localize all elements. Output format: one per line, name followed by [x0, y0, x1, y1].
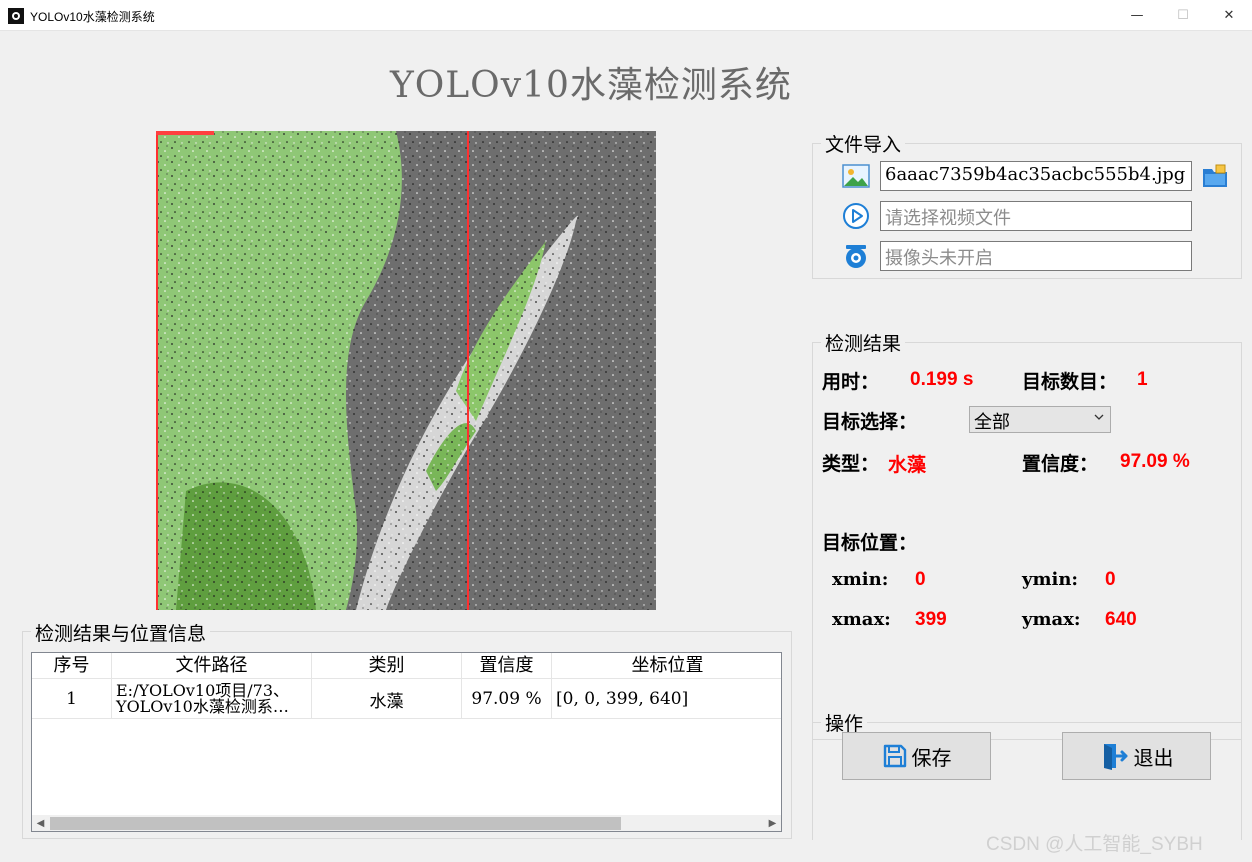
video-play-icon[interactable]	[842, 202, 870, 230]
ymin-value: 0	[1105, 569, 1116, 590]
table-row[interactable]: 1 E:/YOLOv10项目/73、 YOLOv10水藻检测系… 水藻 97.0…	[32, 679, 781, 719]
image-path-field[interactable]: 6aaac7359b4ac35acbc555b4.jpg	[880, 161, 1192, 191]
ymax-value: 640	[1105, 609, 1137, 630]
open-folder-icon[interactable]	[1201, 162, 1229, 190]
maximize-button[interactable]: ☐	[1160, 0, 1206, 31]
target-select-label: 目标选择：	[822, 411, 918, 433]
save-icon	[883, 744, 906, 768]
window-title: YOLOv10水藻检测系统	[30, 10, 155, 24]
type-label: 类型：	[822, 453, 880, 475]
image-file-icon[interactable]	[842, 162, 870, 190]
scroll-right-icon[interactable]: ▶	[764, 815, 781, 831]
confidence-label: 置信度：	[1022, 453, 1099, 475]
cell-coords: [0, 0, 399, 640]	[556, 689, 689, 709]
scroll-left-icon[interactable]: ◀	[32, 815, 49, 831]
exit-icon	[1103, 744, 1127, 770]
ymin-label: ymin:	[1022, 569, 1079, 590]
table-header: 序号 文件路径 类别 置信度 坐标位置	[32, 653, 781, 679]
header-index[interactable]: 序号	[32, 653, 112, 679]
exit-button-label: 退出	[1133, 745, 1174, 770]
header-category[interactable]: 类别	[312, 653, 462, 679]
horizontal-scrollbar[interactable]: ◀ ▶	[32, 815, 781, 831]
cell-confidence: 97.09 %	[462, 679, 552, 719]
target-count-value: 1	[1137, 369, 1148, 390]
save-button-label: 保存	[911, 745, 952, 770]
chevron-down-icon	[1094, 414, 1104, 420]
watermark: CSDN @人工智能_SYBH	[986, 834, 1203, 855]
cell-path: E:/YOLOv10项目/73、 YOLOv10水藻检测系…	[112, 679, 312, 719]
results-table-title: 检测结果与位置信息	[31, 619, 211, 646]
cell-category: 水藻	[312, 679, 462, 719]
target-select-dropdown[interactable]: 全部	[969, 406, 1111, 433]
camera-icon[interactable]	[842, 242, 870, 270]
header-confidence[interactable]: 置信度	[462, 653, 552, 679]
xmax-label: xmax:	[832, 609, 891, 630]
header-path[interactable]: 文件路径	[112, 653, 312, 679]
camera-status-field[interactable]: 摄像头未开启	[880, 241, 1192, 271]
cell-index: 1	[32, 679, 112, 719]
time-value: 0.199 s	[910, 369, 974, 390]
cell-path-line2: YOLOv10水藻检测系…	[116, 697, 289, 715]
algae-photo	[156, 131, 656, 610]
save-button[interactable]: 保存	[842, 732, 991, 780]
header-coords[interactable]: 坐标位置	[552, 653, 781, 679]
exit-button[interactable]: 退出	[1062, 732, 1211, 780]
type-value: 水藻	[888, 454, 927, 476]
xmin-value: 0	[915, 569, 926, 590]
ymax-label: ymax:	[1022, 609, 1081, 630]
detection-result-title: 检测结果	[821, 329, 906, 356]
app-icon	[8, 8, 24, 24]
detection-box-label	[156, 131, 214, 135]
close-button[interactable]: ✕	[1206, 0, 1252, 31]
target-select-value: 全部	[974, 412, 1010, 433]
app-title: YOLOv10水藻检测系统	[390, 65, 792, 106]
xmax-value: 399	[915, 609, 947, 630]
title-bar: YOLOv10水藻检测系统 — ☐ ✕	[0, 0, 1252, 31]
file-import-title: 文件导入	[821, 130, 906, 157]
target-count-label: 目标数目：	[1022, 371, 1118, 393]
results-table[interactable]: 序号 文件路径 类别 置信度 坐标位置 1 E:/YOLOv10项目/73、 Y…	[31, 652, 782, 832]
target-position-label: 目标位置：	[822, 532, 918, 554]
time-label: 用时：	[822, 371, 880, 393]
detection-image	[156, 131, 656, 610]
xmin-label: xmin:	[832, 569, 889, 590]
confidence-value: 97.09 %	[1120, 451, 1190, 472]
scrollbar-thumb[interactable]	[50, 817, 621, 830]
video-path-field[interactable]: 请选择视频文件	[880, 201, 1192, 231]
minimize-button[interactable]: —	[1114, 0, 1160, 31]
